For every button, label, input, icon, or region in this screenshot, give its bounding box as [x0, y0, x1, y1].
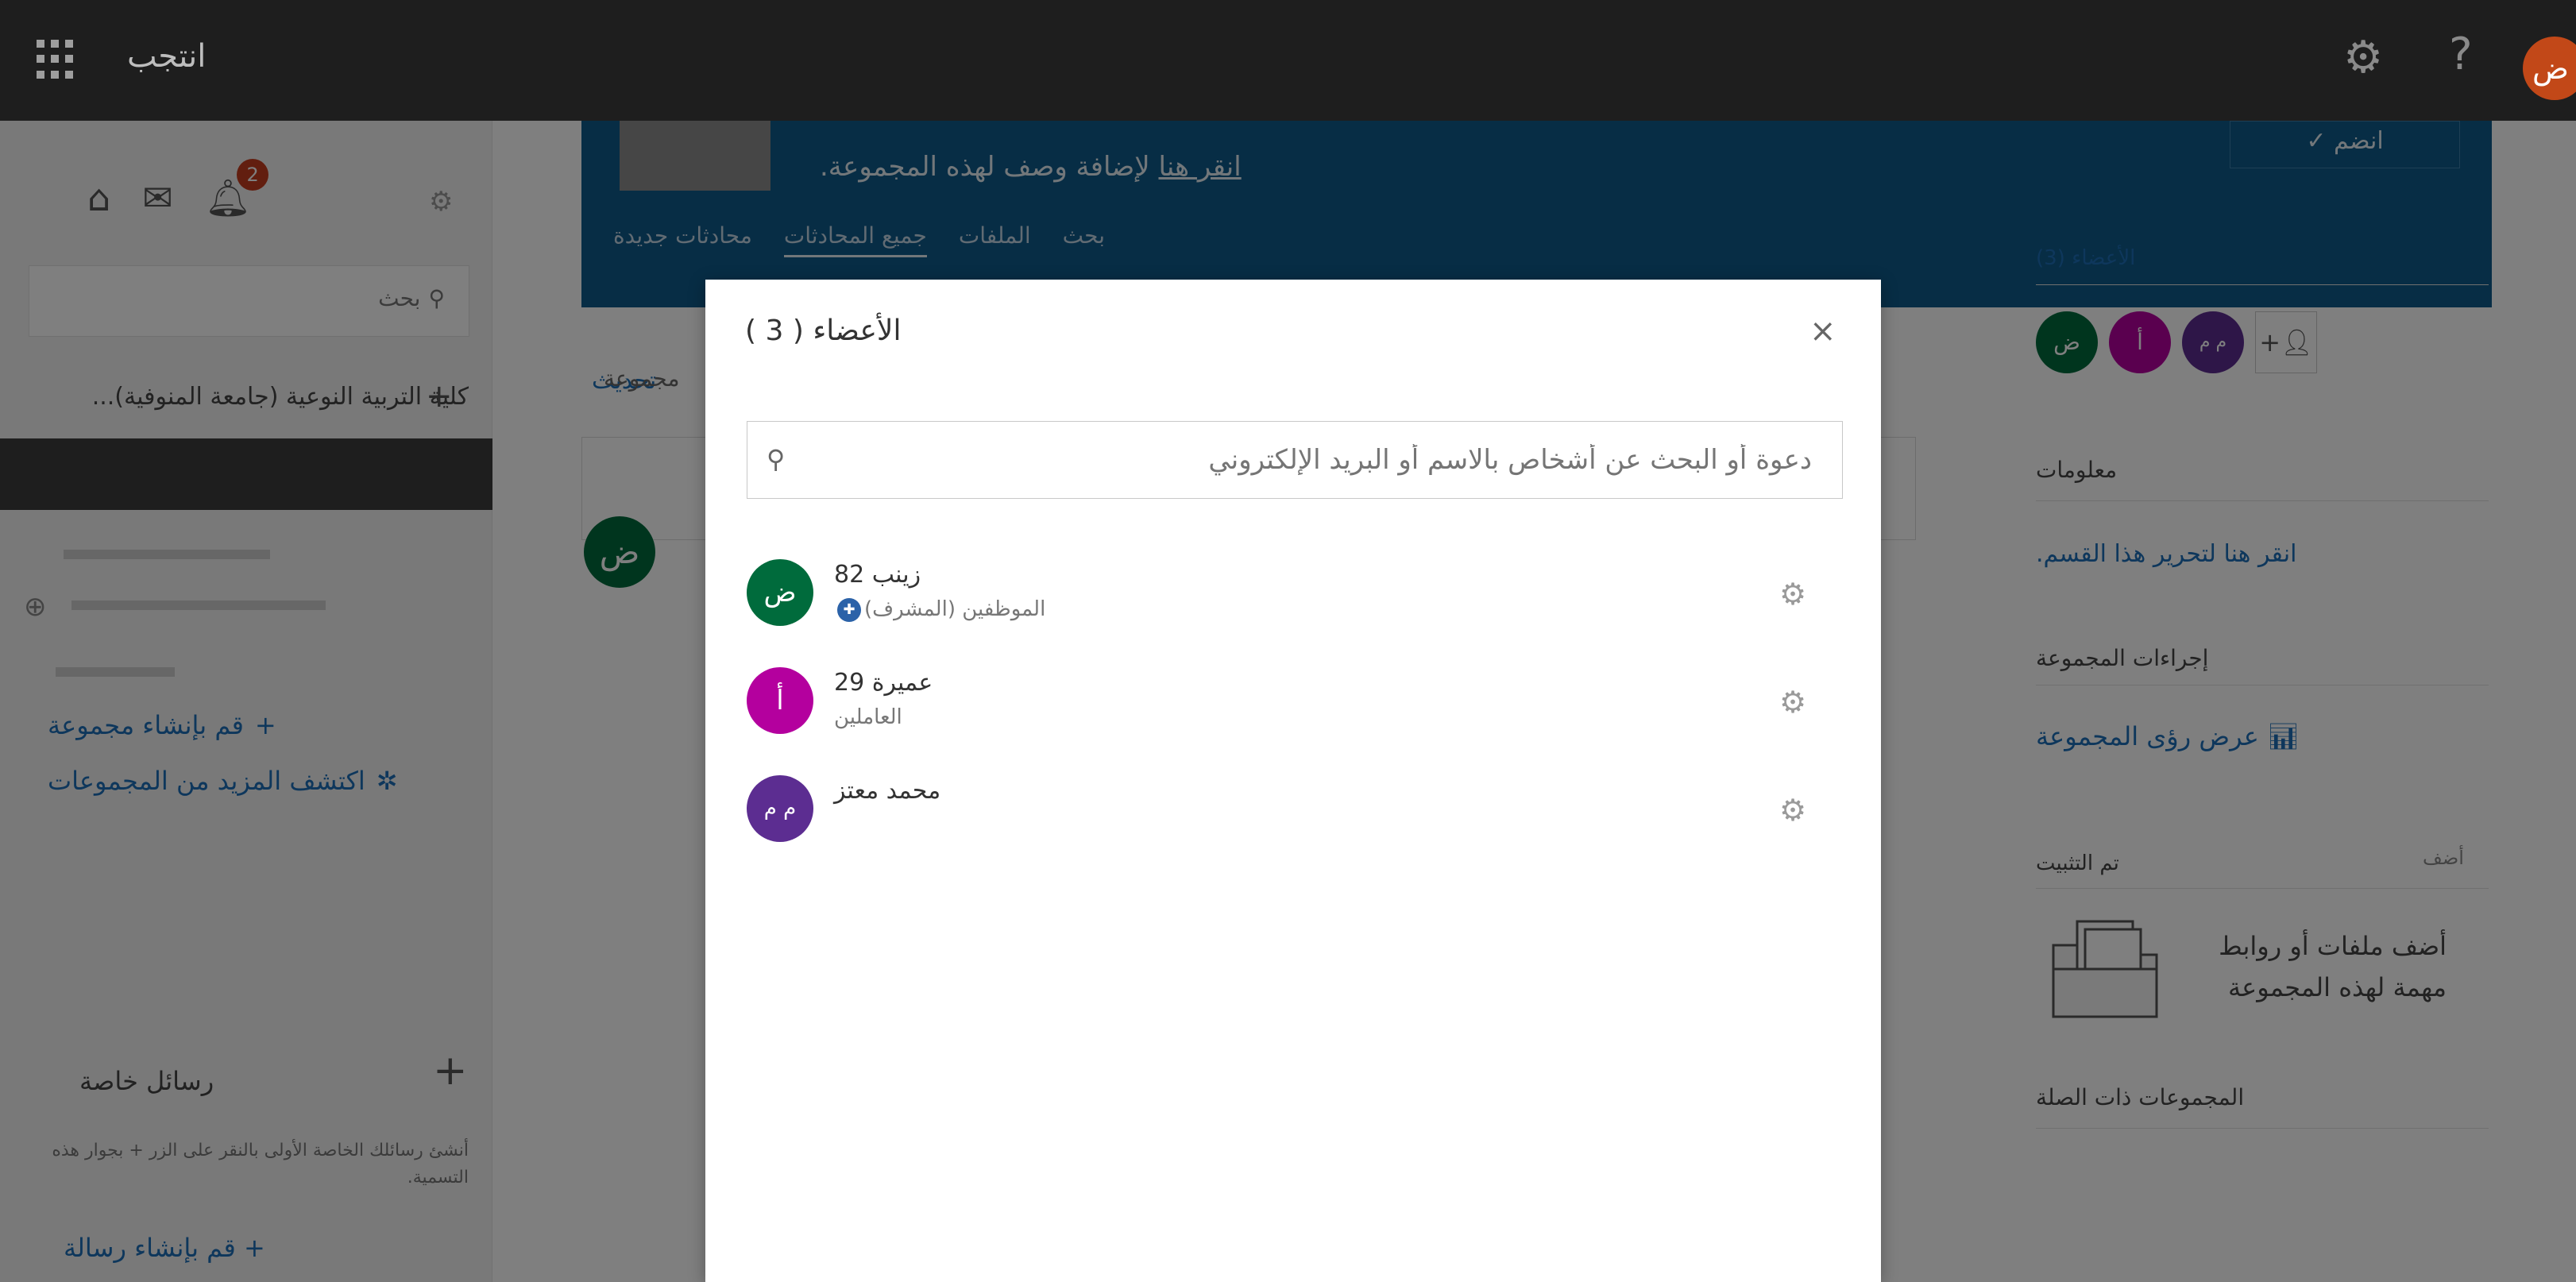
user-avatar[interactable]: ض — [2523, 37, 2576, 100]
member-row[interactable]: ض زينب 82 الموظفين (المشرف)✚ ⚙ — [747, 559, 1843, 647]
member-name[interactable]: عميرة 29 — [834, 669, 933, 697]
member-name[interactable]: زينب 82 — [834, 561, 921, 589]
close-icon[interactable]: × — [1809, 313, 1836, 349]
dialog-title: الأعضاء ( 3 ) — [745, 315, 902, 347]
member-search-input[interactable] — [811, 434, 1812, 485]
member-avatar[interactable]: م م — [747, 775, 813, 842]
member-role: العاملين — [834, 705, 902, 729]
member-settings-icon[interactable]: ⚙ — [1779, 685, 1806, 720]
member-role-text: الموظفين (المشرف) — [864, 597, 1046, 621]
member-avatar[interactable]: ض — [747, 559, 813, 626]
members-dialog: الأعضاء ( 3 ) × ⚲ ض زينب 82 الموظفين (ال… — [705, 280, 1881, 1282]
member-settings-icon[interactable]: ⚙ — [1779, 577, 1806, 612]
help-icon[interactable]: ? — [2449, 29, 2473, 80]
app-launcher-icon[interactable] — [37, 40, 76, 79]
settings-icon[interactable]: ⚙ — [2343, 32, 2383, 83]
member-settings-icon[interactable]: ⚙ — [1779, 793, 1806, 828]
member-row[interactable]: م م محمد معتز ⚙ — [747, 775, 1843, 863]
member-name[interactable]: محمد معتز — [834, 777, 940, 805]
member-row[interactable]: أ عميرة 29 العاملين ⚙ — [747, 667, 1843, 755]
app-title[interactable]: انتجب — [127, 38, 206, 75]
search-icon: ⚲ — [767, 444, 786, 474]
admin-shield-icon: ✚ — [837, 597, 861, 622]
member-role: الموظفين (المشرف)✚ — [834, 597, 1045, 622]
member-search[interactable]: ⚲ — [747, 421, 1843, 499]
member-avatar[interactable]: أ — [747, 667, 813, 734]
top-bar: انتجب ⚙ ? ض — [0, 0, 2576, 121]
